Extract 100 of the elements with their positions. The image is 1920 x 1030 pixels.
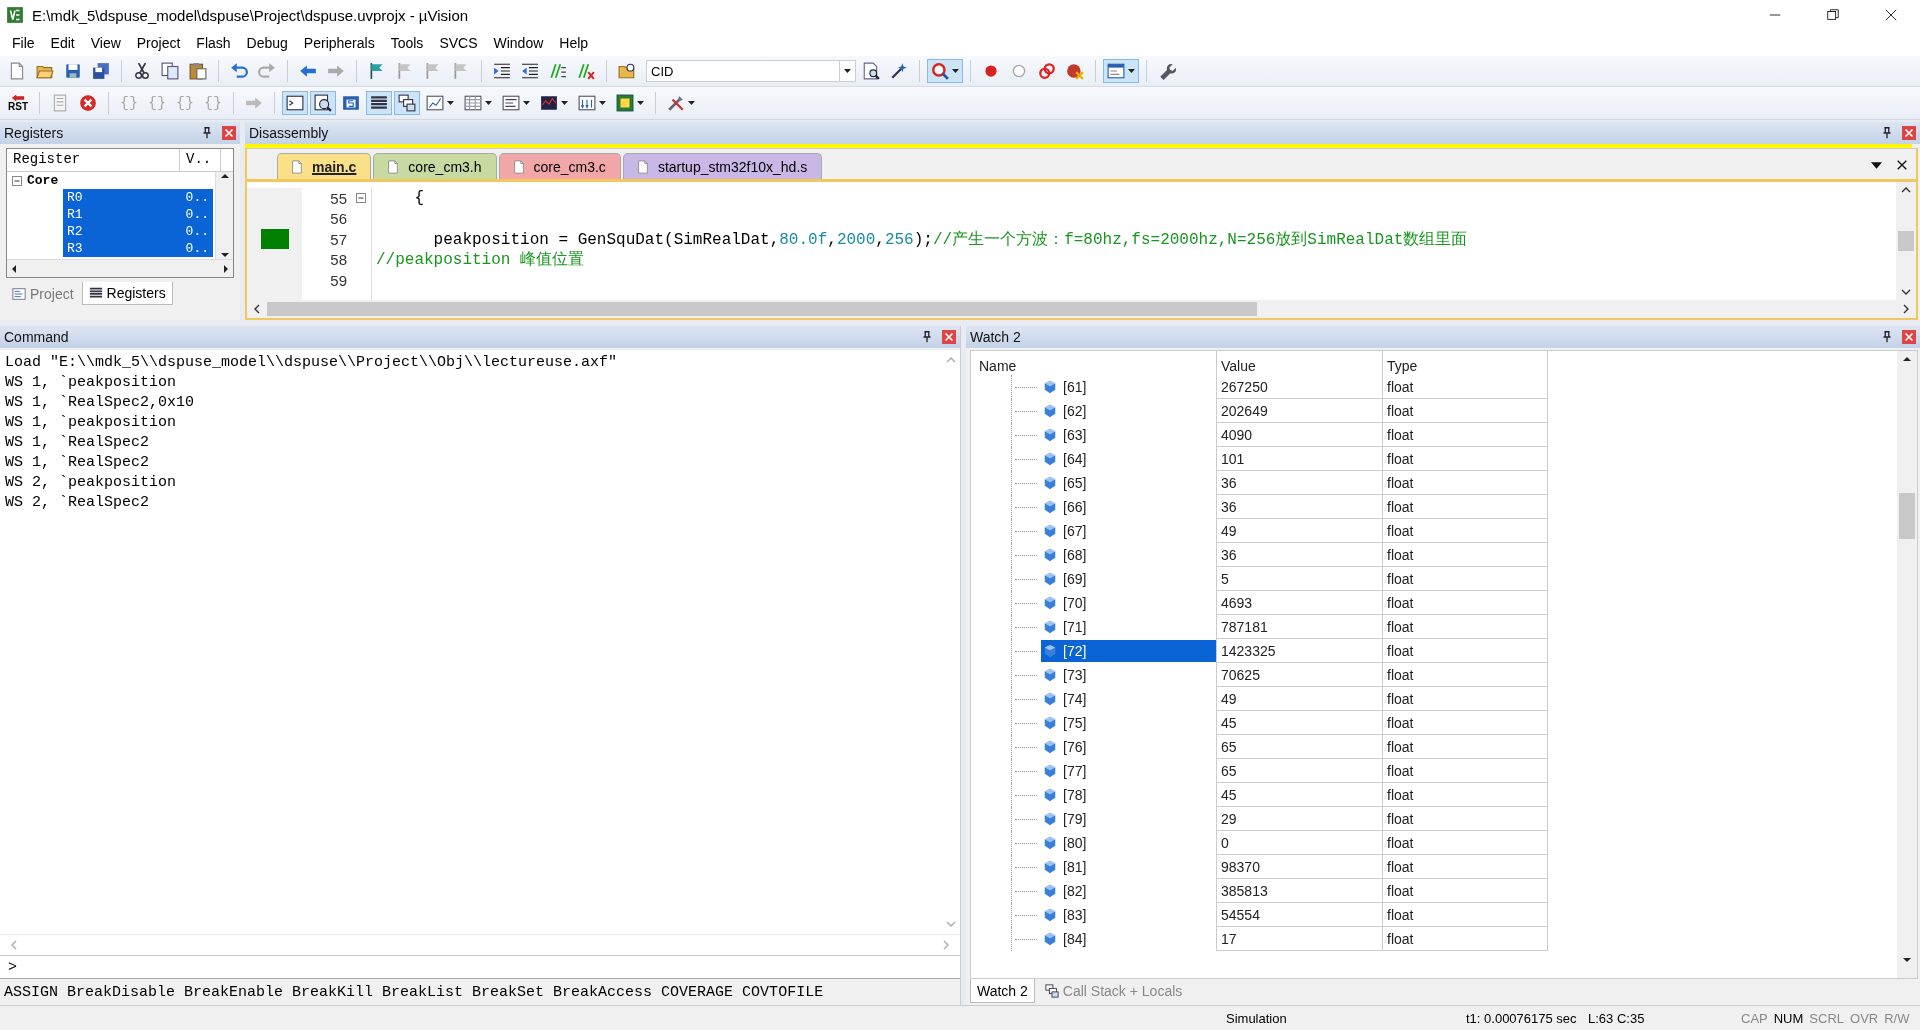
panel-tab[interactable]: Registers: [81, 282, 173, 305]
column-header[interactable]: Name: [979, 358, 1017, 374]
disassembly-window-button[interactable]: [310, 91, 337, 115]
variable-name[interactable]: [73]: [1063, 667, 1087, 683]
variable-name[interactable]: [72]: [1063, 643, 1087, 659]
scroll-up-icon[interactable]: [1901, 186, 1911, 194]
variable-name[interactable]: [64]: [1063, 451, 1087, 467]
copy-icon[interactable]: [161, 62, 179, 80]
paste-icon[interactable]: [189, 62, 207, 80]
menu-item[interactable]: Window: [485, 33, 552, 53]
panel-tab[interactable]: Project: [6, 282, 80, 305]
file-tab[interactable]: main.c: [277, 153, 372, 179]
save-icon[interactable]: [64, 62, 82, 80]
variable-name[interactable]: [82]: [1063, 883, 1087, 899]
variable-name[interactable]: [63]: [1063, 427, 1087, 443]
menu-item[interactable]: Tools: [382, 33, 432, 53]
scrollbar[interactable]: [7, 259, 233, 277]
breakpoint-icon[interactable]: [982, 62, 1000, 80]
menu-item[interactable]: Project: [128, 33, 189, 53]
scroll-up-icon[interactable]: [219, 172, 230, 180]
save-all-icon[interactable]: [92, 62, 110, 80]
scrollbar[interactable]: [1897, 351, 1917, 978]
close-icon[interactable]: [1896, 159, 1908, 171]
find-combobox[interactable]: CID: [646, 60, 856, 82]
variable-name[interactable]: [77]: [1063, 763, 1087, 779]
menu-item[interactable]: View: [82, 33, 129, 53]
variable-name[interactable]: [78]: [1063, 787, 1087, 803]
variable-name[interactable]: [68]: [1063, 547, 1087, 563]
new-file-icon[interactable]: [8, 62, 26, 80]
variable-name[interactable]: [69]: [1063, 571, 1087, 587]
register-row[interactable]: R1 0..: [63, 206, 213, 223]
scrollbar-thumb[interactable]: [267, 302, 1257, 316]
reset-button[interactable]: RST: [4, 89, 32, 117]
collapse-icon[interactable]: [355, 192, 367, 205]
variable-name[interactable]: [75]: [1063, 715, 1087, 731]
chain-icon[interactable]: [1038, 62, 1056, 80]
variable-name[interactable]: [62]: [1063, 403, 1087, 419]
variable-name[interactable]: [71]: [1063, 619, 1087, 635]
scrollbar[interactable]: [1896, 182, 1916, 300]
scrollbar-thumb[interactable]: [1899, 493, 1915, 539]
call-stack-window-button[interactable]: [394, 91, 421, 115]
close-icon[interactable]: [1884, 8, 1898, 22]
file-tab[interactable]: startup_stm32f10x_hd.s: [622, 153, 823, 179]
panel-tab[interactable]: Watch 2: [970, 979, 1035, 1003]
scroll-down-icon[interactable]: [1902, 956, 1912, 964]
indent-icon[interactable]: [493, 62, 511, 80]
column-header[interactable]: Type: [1387, 358, 1418, 374]
undo-icon[interactable]: [230, 62, 248, 80]
variable-name[interactable]: [65]: [1063, 475, 1087, 491]
menu-item[interactable]: File: [4, 33, 43, 53]
wrench-icon[interactable]: [1158, 62, 1176, 80]
breakpoint-kill-icon[interactable]: [1066, 62, 1084, 80]
variable-name[interactable]: [70]: [1063, 595, 1087, 611]
restore-icon[interactable]: [1826, 8, 1840, 22]
scroll-right-icon[interactable]: [222, 263, 230, 274]
variable-name[interactable]: [74]: [1063, 691, 1087, 707]
comment-icon[interactable]: [549, 62, 567, 80]
menu-item[interactable]: SVCS: [431, 33, 486, 53]
variable-name[interactable]: [81]: [1063, 859, 1087, 875]
menu-item[interactable]: Help: [551, 33, 597, 53]
menu-item[interactable]: Debug: [238, 33, 296, 53]
command-window-button[interactable]: [282, 91, 309, 115]
scrollbar[interactable]: [215, 172, 233, 259]
debug-session-button[interactable]: [927, 59, 963, 83]
variable-name[interactable]: [80]: [1063, 835, 1087, 851]
scroll-down-icon[interactable]: [1901, 288, 1911, 296]
uncomment-icon[interactable]: [577, 62, 595, 80]
find-in-files-icon[interactable]: [618, 62, 636, 80]
cut-icon[interactable]: [133, 62, 151, 80]
file-tab[interactable]: core_cm3.h: [373, 153, 497, 179]
variable-name[interactable]: [76]: [1063, 739, 1087, 755]
find-field[interactable]: CID: [647, 62, 839, 80]
scroll-left-icon[interactable]: [253, 304, 261, 314]
file-tab[interactable]: core_cm3.c: [498, 153, 621, 179]
register-row[interactable]: R3 0..: [63, 240, 213, 257]
collapse-icon[interactable]: [11, 174, 23, 187]
outdent-icon[interactable]: [521, 62, 539, 80]
menu-item[interactable]: Peripherals: [295, 33, 383, 53]
variable-name[interactable]: [61]: [1063, 379, 1087, 395]
wand-icon[interactable]: [890, 62, 908, 80]
variable-name[interactable]: [66]: [1063, 499, 1087, 515]
dropdown-caret-icon[interactable]: [1871, 161, 1882, 169]
register-row[interactable]: R0 0..: [63, 189, 213, 206]
window-view-button[interactable]: [1103, 59, 1139, 83]
variable-name[interactable]: [67]: [1063, 523, 1087, 539]
tree-node[interactable]: Core: [27, 173, 59, 188]
variable-name[interactable]: [84]: [1063, 931, 1087, 947]
variable-name[interactable]: [79]: [1063, 811, 1087, 827]
scroll-left-icon[interactable]: [10, 263, 18, 274]
document-search-icon[interactable]: [862, 62, 880, 80]
scrollbar-thumb[interactable]: [1898, 231, 1914, 251]
menu-item[interactable]: Flash: [188, 33, 239, 53]
scroll-up-icon[interactable]: [1902, 355, 1912, 363]
scroll-right-icon[interactable]: [1902, 304, 1910, 314]
variable-name[interactable]: [83]: [1063, 907, 1087, 923]
stop-icon[interactable]: [79, 94, 97, 112]
registers-window-button[interactable]: [366, 91, 393, 115]
column-header[interactable]: Value: [1221, 358, 1256, 374]
scrollbar[interactable]: [247, 300, 1916, 318]
menu-item[interactable]: Edit: [42, 33, 83, 53]
